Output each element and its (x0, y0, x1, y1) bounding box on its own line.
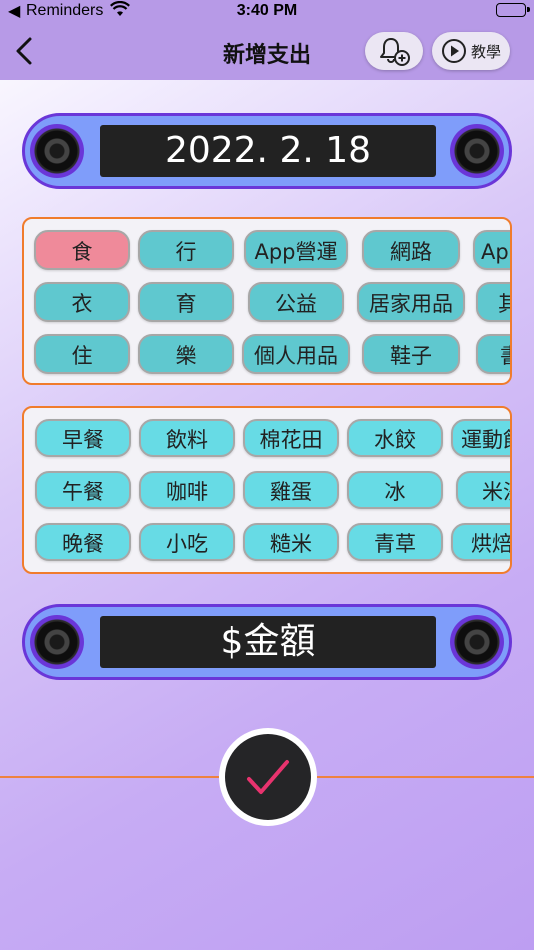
speaker-left-icon (30, 615, 84, 669)
category-chip[interactable]: 個人用品 (242, 334, 350, 374)
subcategory-chip[interactable]: 烘焙 (451, 523, 510, 561)
category-chip[interactable]: App營運 (244, 230, 348, 270)
subcategory-grid: 早餐 飲料 棉花田 水餃 運動飲 午餐 咖啡 雞蛋 冰 米沙 晚餐 小吃 糙米 … (22, 406, 512, 574)
play-circle-icon (441, 39, 466, 63)
category-chip[interactable]: 行 (138, 230, 234, 270)
date-panel: 2022. 2. 18 (22, 113, 512, 189)
category-chip[interactable]: 食 (34, 230, 130, 270)
subcategory-chip[interactable]: 咖啡 (139, 471, 235, 509)
bell-plus-icon (380, 38, 410, 66)
subcategory-chip[interactable]: 冰 (347, 471, 443, 509)
category-chip[interactable]: 其 (476, 282, 510, 322)
status-time: 3:40 PM (236, 2, 298, 19)
tutorial-label: 教學 (470, 42, 501, 61)
nav-bar: 新增支出 教學 (0, 22, 534, 80)
category-chip[interactable]: 鞋子 (362, 334, 460, 374)
category-chip[interactable]: 衣 (34, 282, 130, 322)
add-reminder-button[interactable] (365, 32, 423, 70)
subcategory-chip[interactable]: 運動飲 (451, 419, 510, 457)
tutorial-button[interactable]: 教學 (432, 32, 510, 70)
category-chip[interactable]: 居家用品 (357, 282, 465, 322)
subcategory-chip[interactable]: 晚餐 (35, 523, 131, 561)
category-chip[interactable]: 書 (476, 334, 510, 374)
category-chip[interactable]: 育 (138, 282, 234, 322)
confirm-button-inner (225, 734, 311, 820)
amount-input[interactable]: $金額 (100, 616, 436, 668)
amount-panel: $金額 (22, 604, 512, 680)
chevron-left-icon (16, 37, 32, 65)
subcategory-chip[interactable]: 青草 (347, 523, 443, 561)
battery-icon (496, 3, 530, 17)
subcategory-chip[interactable]: 糙米 (243, 523, 339, 561)
confirm-button[interactable] (219, 728, 317, 826)
category-chip[interactable]: 公益 (248, 282, 344, 322)
subcategory-chip[interactable]: 午餐 (35, 471, 131, 509)
back-button[interactable] (10, 34, 40, 68)
subcategory-chip[interactable]: 飲料 (139, 419, 235, 457)
category-chip[interactable]: 樂 (138, 334, 234, 374)
status-bar: ◀ Reminders 3:40 PM (0, 0, 534, 22)
subcategory-chip[interactable]: 小吃 (139, 523, 235, 561)
date-display[interactable]: 2022. 2. 18 (100, 125, 436, 177)
checkmark-icon (247, 760, 289, 794)
category-grid: 食 行 App營運 網路 Ap 衣 育 公益 居家用品 其 住 樂 個人用品 鞋… (22, 217, 512, 385)
subcategory-chip[interactable]: 棉花田 (243, 419, 339, 457)
subcategory-chip[interactable]: 雞蛋 (243, 471, 339, 509)
category-chip[interactable]: Ap (473, 230, 510, 270)
category-chip[interactable]: 網路 (362, 230, 460, 270)
speaker-left-icon (30, 124, 84, 178)
subcategory-chip[interactable]: 水餃 (347, 419, 443, 457)
category-chip[interactable]: 住 (34, 334, 130, 374)
subcategory-chip[interactable]: 米沙 (456, 471, 510, 509)
speaker-right-icon (450, 124, 504, 178)
speaker-right-icon (450, 615, 504, 669)
subcategory-chip[interactable]: 早餐 (35, 419, 131, 457)
